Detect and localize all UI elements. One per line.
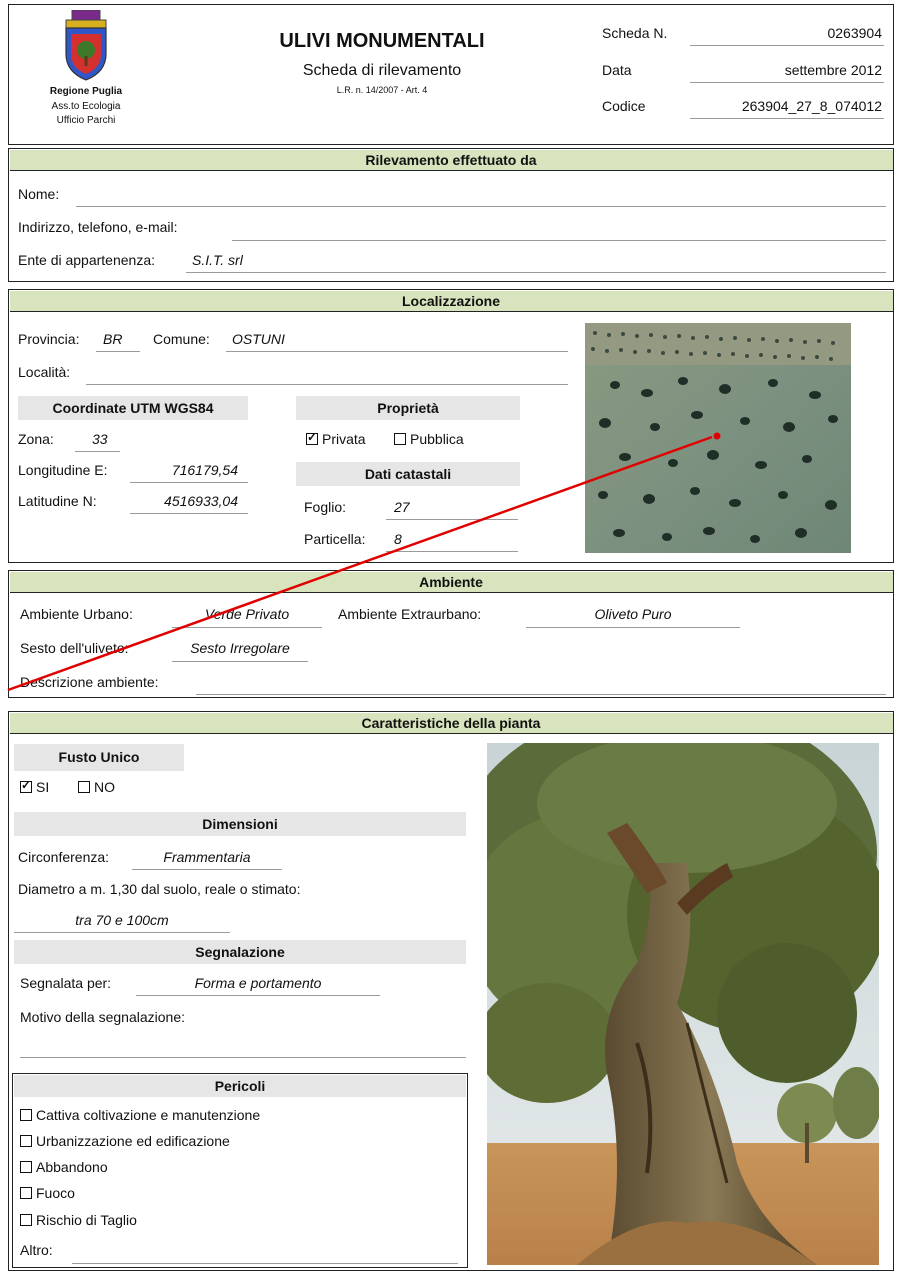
location-pointer-line — [7, 435, 713, 692]
